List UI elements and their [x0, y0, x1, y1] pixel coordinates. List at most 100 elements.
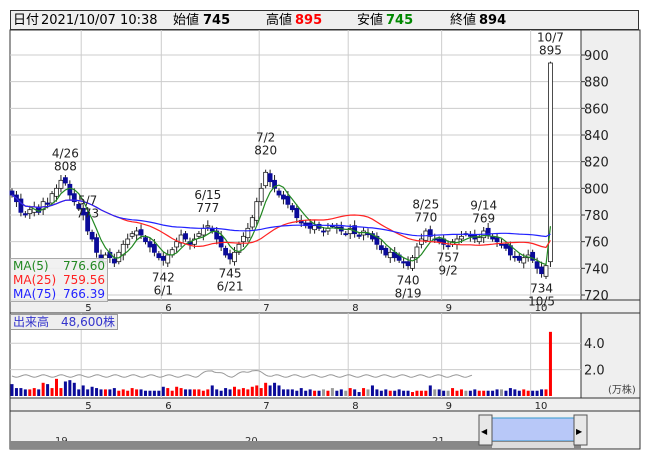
- legend-ma5: MA(5) 776.60: [13, 259, 105, 273]
- price-annotation: 9/2: [438, 264, 457, 278]
- candle: [174, 241, 180, 248]
- candle: [289, 205, 295, 211]
- volume-bar: [77, 389, 81, 396]
- price-annotation: 8/25: [412, 197, 439, 211]
- candle: [467, 234, 473, 237]
- volume-bar: [357, 392, 361, 396]
- candle: [445, 245, 451, 248]
- price-annotation: 820: [254, 144, 277, 158]
- volume-bar: [299, 388, 303, 396]
- volume-bar: [184, 389, 188, 396]
- volume-bar: [210, 385, 214, 396]
- candle: [503, 243, 509, 249]
- volume-bar: [179, 388, 183, 396]
- price-annotation: 10/5: [528, 294, 555, 308]
- volume-bar: [224, 388, 228, 396]
- month-label: 10: [535, 401, 548, 412]
- candle: [218, 235, 224, 248]
- month-label: 6: [165, 303, 171, 314]
- candle: [521, 257, 527, 264]
- price-tick-label: 860: [584, 102, 609, 117]
- volume-bar: [375, 389, 379, 396]
- price-tick-label: 760: [584, 236, 609, 251]
- price-annotation: 6/21: [217, 280, 244, 294]
- volume-bar: [455, 390, 459, 396]
- candle: [138, 229, 144, 236]
- volume-bar: [473, 389, 477, 396]
- price-annotation: 10/7: [537, 31, 564, 45]
- candle: [281, 194, 286, 200]
- candle: [205, 225, 211, 228]
- volume-bar: [14, 388, 18, 396]
- volume-bar: [353, 389, 357, 396]
- navigator-selection: [485, 417, 582, 442]
- candle: [94, 237, 99, 253]
- candle: [401, 261, 407, 264]
- volume-bar: [28, 389, 32, 396]
- arrow-left-icon: ◀: [481, 427, 488, 436]
- volume-bar: [335, 390, 339, 396]
- candle: [22, 213, 28, 216]
- candle: [499, 243, 504, 246]
- volume-bar: [175, 386, 179, 396]
- candle: [539, 266, 544, 275]
- candle: [125, 238, 131, 245]
- volume-bar: [308, 389, 312, 396]
- volume-bar: [103, 389, 107, 396]
- volume-bar: [148, 390, 152, 396]
- volume-bar: [19, 388, 23, 396]
- volume-bar: [41, 382, 45, 396]
- volume-bar: [411, 392, 414, 396]
- volume-bar: [295, 390, 299, 396]
- volume-bar: [446, 390, 450, 396]
- volume-bar: [90, 386, 94, 396]
- candle: [89, 231, 95, 240]
- volume-bar: [504, 390, 508, 396]
- ma-legend: MA(5) 776.60 MA(25) 759.56 MA(75) 766.39: [10, 258, 108, 302]
- month-label: 5: [85, 303, 91, 314]
- price-tick-label: 780: [584, 209, 609, 224]
- candle: [249, 217, 255, 228]
- candle: [240, 235, 246, 243]
- candle: [227, 253, 233, 260]
- volume-bar: [188, 389, 192, 396]
- month-label: 7: [263, 401, 269, 412]
- volume-bar: [197, 389, 201, 396]
- volume-bar: [37, 389, 41, 396]
- volume-bar: [526, 390, 530, 396]
- volume-bar: [50, 388, 54, 396]
- volume-bar: [72, 382, 76, 396]
- price-tick-label: 740: [584, 262, 609, 277]
- volume-bar: [228, 389, 232, 396]
- candle: [151, 243, 157, 253]
- navigator-scroll-thumb[interactable]: [492, 442, 574, 448]
- volume-bar: [46, 384, 50, 396]
- volume-bar: [99, 389, 103, 396]
- volume-bar: [517, 390, 521, 396]
- volume-bar: [23, 389, 27, 396]
- legend-ma75: MA(75) 766.39: [13, 287, 105, 301]
- volume-bar: [388, 390, 392, 396]
- candle: [245, 227, 251, 239]
- price-annotation: 9/14: [470, 199, 497, 213]
- volume-label: 出来高 48,600株: [10, 314, 118, 330]
- volume-bar: [201, 390, 205, 396]
- price-annotation: 770: [414, 210, 437, 224]
- price-annotation: 773: [76, 206, 99, 220]
- volume-bar: [437, 389, 441, 396]
- candle: [27, 209, 33, 215]
- volume-tick-label: 2.0: [584, 364, 605, 379]
- price-annotation: 742: [152, 271, 175, 285]
- month-label: 5: [85, 401, 91, 412]
- candle: [258, 187, 264, 203]
- volume-bar: [313, 390, 317, 396]
- volume-bar: [268, 385, 272, 396]
- volume-bar: [384, 389, 388, 396]
- chart-canvas: 720 740 760 780 800 820 840 860 880 900 2.0 4.0 (万株)…: [9, 29, 641, 450]
- volume-bar: [522, 389, 526, 396]
- candle: [49, 193, 55, 204]
- candle: [263, 171, 269, 187]
- candle: [58, 179, 64, 189]
- candle: [321, 230, 326, 233]
- volume-bar: [290, 389, 294, 396]
